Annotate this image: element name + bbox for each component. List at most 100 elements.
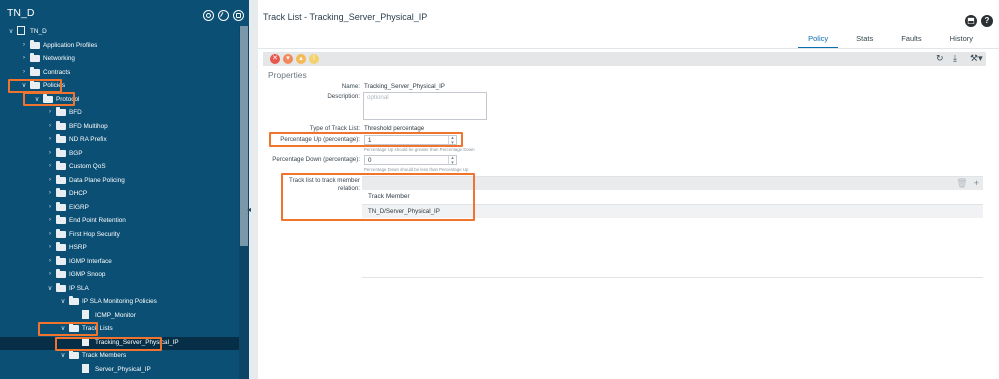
- tree-item-end-point-retention[interactable]: › End Point Retention: [0, 215, 239, 228]
- major-fault-icon[interactable]: ▾: [283, 54, 293, 64]
- pct-down-label: Percentage Down (percentage):: [272, 156, 360, 163]
- tree-item-label: Tracking_Server_Physical_IP: [95, 338, 179, 346]
- tree-item-tracking-server-physical-ip[interactable]: Tracking_Server_Physical_IP: [0, 336, 239, 350]
- tree-item-data-plane-policing[interactable]: › Data Plane Policing: [0, 174, 239, 188]
- tab-bar: Policy Stats Faults History: [790, 34, 983, 49]
- chevron-down-icon[interactable]: ∨: [59, 297, 67, 305]
- relation-table-toolbar: 🗑 +: [362, 177, 983, 190]
- tree-item-ip-sla[interactable]: ∨ IP SLA: [0, 282, 239, 296]
- tree-item-bfd[interactable]: › BFD: [0, 107, 239, 120]
- chevron-right-icon[interactable]: ›: [46, 216, 54, 223]
- pct-up-stepper-icon[interactable]: ▴ ▾: [448, 136, 456, 146]
- tree-item-bfd-multihop[interactable]: › BFD Multihop: [0, 120, 239, 134]
- tree-item-nd-ra-prefix[interactable]: › ND RA Prefix: [0, 134, 239, 147]
- track-member-column-header[interactable]: Track Member: [368, 193, 410, 200]
- tree-item-track-members[interactable]: ∨ Track Members: [0, 350, 239, 363]
- tree-item-label: Policies: [43, 82, 66, 89]
- sidebar-scrollbar[interactable]: [239, 26, 249, 379]
- tree-item-igmp-interface[interactable]: › IGMP Interface: [0, 255, 239, 269]
- pct-down-stepper-icon[interactable]: ▴ ▾: [448, 156, 456, 166]
- slash-icon[interactable]: [218, 10, 229, 21]
- chevron-down-icon[interactable]: ∨: [20, 81, 28, 89]
- chevron-right-icon[interactable]: ›: [46, 108, 54, 115]
- chevron-right-icon[interactable]: ›: [46, 270, 54, 277]
- type-value: Threshold percentage: [364, 125, 425, 132]
- folder-icon: [30, 39, 40, 49]
- tree-item-contracts[interactable]: › Contracts: [0, 66, 239, 80]
- tree-item-label: Server_Physical_IP: [95, 365, 151, 373]
- chevron-right-icon[interactable]: ›: [20, 68, 28, 75]
- pct-up-field[interactable]: 1 ▴ ▾: [364, 135, 457, 146]
- minor-fault-icon[interactable]: ▴: [296, 54, 306, 64]
- refresh-icon[interactable]: ↻: [936, 53, 944, 64]
- pane-divider[interactable]: [249, 0, 258, 379]
- tree-item-application-profiles[interactable]: › Application Profiles: [0, 39, 239, 53]
- critical-fault-icon[interactable]: ✕: [270, 54, 280, 64]
- tree-item-server-physical-ip[interactable]: Server_Physical_IP: [0, 363, 239, 377]
- add-icon[interactable]: +: [974, 178, 979, 188]
- tree-item-eigrp[interactable]: › EIGRP: [0, 201, 239, 215]
- help-icon[interactable]: ?: [981, 15, 993, 27]
- folder-icon: [56, 188, 66, 197]
- tab-history[interactable]: History: [940, 34, 983, 49]
- chevron-right-icon[interactable]: ›: [46, 189, 54, 196]
- description-field[interactable]: optional: [363, 92, 487, 120]
- tree-item-tn-d[interactable]: ∨ TN_D: [0, 26, 239, 39]
- tree-item-label: DHCP: [69, 190, 88, 197]
- tree-item-first-hop-security[interactable]: › First Hop Security: [0, 228, 239, 242]
- tree-item-label: Custom QoS: [69, 163, 106, 170]
- tree-item-protocol[interactable]: ∨ Protocol: [0, 93, 239, 107]
- tab-stats[interactable]: Stats: [846, 34, 883, 49]
- collapse-handle-icon[interactable]: ◂: [247, 205, 253, 215]
- bookmark-icon[interactable]: ⬒: [965, 15, 977, 27]
- chevron-right-icon[interactable]: ›: [46, 122, 54, 129]
- tools-icon[interactable]: ⚒▾: [970, 53, 983, 64]
- tree-item-icmp-monitor[interactable]: ICMP_Monitor: [0, 309, 239, 323]
- pct-down-field[interactable]: 0 ▴ ▾: [364, 155, 457, 166]
- tree-item-label: EIGRP: [69, 203, 89, 211]
- document-icon: [82, 309, 89, 319]
- page-title: Track List - Tracking_Server_Physical_IP: [263, 12, 428, 22]
- folder-icon: [56, 255, 66, 265]
- chevron-right-icon[interactable]: ›: [46, 230, 54, 237]
- chevron-right-icon[interactable]: ›: [46, 149, 54, 156]
- tree-item-ip-sla-monitoring-policies[interactable]: ∨ IP SLA Monitoring Policies: [0, 296, 239, 309]
- chevron-down-icon[interactable]: ∨: [46, 284, 54, 292]
- tree-item-policies[interactable]: ∨ Policies: [0, 80, 239, 93]
- chevron-right-icon[interactable]: ›: [20, 41, 28, 48]
- tree-item-igmp-snoop[interactable]: › IGMP Snoop: [0, 269, 239, 282]
- tree-item-label: Track Members: [82, 352, 127, 359]
- chevron-right-icon[interactable]: ›: [46, 176, 54, 183]
- chevron-right-icon[interactable]: ›: [46, 243, 54, 250]
- chevron-right-icon[interactable]: ›: [46, 135, 54, 142]
- sidebar-header: TN_D: [0, 0, 249, 26]
- folder-icon: [69, 323, 79, 332]
- tree-item-bgp[interactable]: › BGP: [0, 147, 239, 161]
- description-placeholder: optional: [367, 94, 389, 101]
- chevron-right-icon[interactable]: ›: [46, 203, 54, 210]
- relation-table: 🗑 + Track Member TN_D/Server_Physical_IP: [362, 176, 983, 278]
- folder-icon: [69, 296, 79, 305]
- chevron-down-icon[interactable]: ∨: [7, 27, 15, 35]
- delete-icon[interactable]: 🗑: [956, 178, 967, 188]
- chevron-down-icon[interactable]: ∨: [59, 324, 67, 332]
- tab-faults[interactable]: Faults: [891, 34, 931, 49]
- collapse-icon[interactable]: [233, 10, 244, 21]
- chevron-down-icon[interactable]: ∨: [33, 95, 41, 103]
- tree-item-networking[interactable]: › Networking: [0, 53, 239, 66]
- tab-policy[interactable]: Policy: [798, 34, 839, 49]
- tree-item-label: ICMP_Monitor: [95, 311, 136, 319]
- warning-fault-icon[interactable]: !: [309, 54, 319, 64]
- download-icon[interactable]: ⤓: [953, 53, 957, 64]
- chevron-right-icon[interactable]: ›: [20, 54, 28, 61]
- tree-item-custom-qos[interactable]: › Custom QoS: [0, 161, 239, 174]
- flow-icon[interactable]: [203, 10, 214, 21]
- tree-item-label: ND RA Prefix: [69, 136, 107, 143]
- table-row[interactable]: TN_D/Server_Physical_IP: [362, 205, 983, 218]
- chevron-down-icon[interactable]: ∨: [59, 351, 67, 359]
- tree-item-track-lists[interactable]: ∨ Track Lists: [0, 323, 239, 336]
- chevron-right-icon[interactable]: ›: [46, 162, 54, 169]
- tree-item-hsrp[interactable]: › HSRP: [0, 242, 239, 255]
- chevron-right-icon[interactable]: ›: [46, 257, 54, 264]
- tree-item-dhcp[interactable]: › DHCP: [0, 188, 239, 201]
